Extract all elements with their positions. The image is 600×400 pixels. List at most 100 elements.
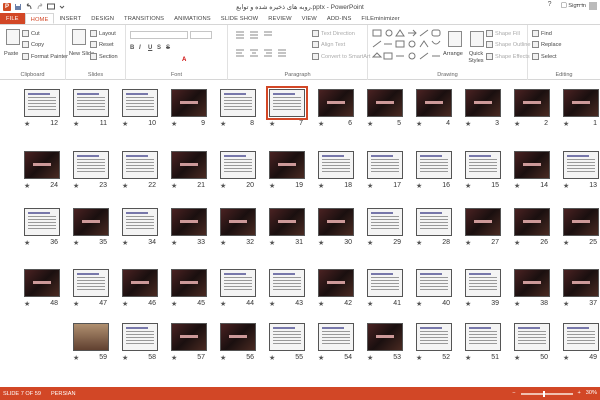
slide-thumbnail-34[interactable] xyxy=(122,208,158,236)
slide-thumbnail-25[interactable] xyxy=(563,208,599,236)
avatar-icon[interactable] xyxy=(589,2,597,10)
arrange-icon[interactable] xyxy=(448,31,462,47)
slide-thumbnail-3[interactable] xyxy=(465,89,501,117)
convert-smartart-button[interactable]: Convert to SmartArt xyxy=(312,53,370,60)
slide-thumbnail-15[interactable] xyxy=(465,151,501,179)
slide-thumbnail-27[interactable] xyxy=(465,208,501,236)
shape-fill-button[interactable]: Shape Fill xyxy=(486,30,520,37)
cut-button[interactable]: Cut xyxy=(22,30,40,37)
slide-thumbnail-35[interactable] xyxy=(73,208,109,236)
copy-button[interactable]: Copy xyxy=(22,41,44,48)
slide-thumbnail-39[interactable] xyxy=(465,269,501,297)
slide-thumbnail-16[interactable] xyxy=(416,151,452,179)
tab-review[interactable]: REVIEW xyxy=(263,13,296,24)
zoom-level[interactable]: 30% xyxy=(586,387,597,400)
slide-thumbnail-18[interactable] xyxy=(318,151,354,179)
restore-button[interactable]: ▢ xyxy=(561,1,568,9)
slide-thumbnail-11[interactable] xyxy=(73,89,109,117)
slide-thumbnail-30[interactable] xyxy=(318,208,354,236)
tab-file[interactable]: FILE xyxy=(0,13,25,24)
paste-icon[interactable] xyxy=(6,29,20,45)
tab-view[interactable]: VIEW xyxy=(297,13,322,24)
slide-thumbnail-36[interactable] xyxy=(24,208,60,236)
slide-thumbnail-48[interactable] xyxy=(24,269,60,297)
quick-styles-icon[interactable] xyxy=(470,31,484,47)
align-text-button[interactable]: Align Text xyxy=(312,41,345,48)
slide-thumbnail-2[interactable] xyxy=(514,89,550,117)
slide-thumbnail-5[interactable] xyxy=(367,89,403,117)
strikethrough-button[interactable]: S xyxy=(166,45,170,51)
slide-thumbnail-21[interactable] xyxy=(171,151,207,179)
zoom-in-button[interactable]: + xyxy=(578,387,581,400)
tab-transitions[interactable]: TRANSITIONS xyxy=(119,13,169,24)
tab-slide-show[interactable]: SLIDE SHOW xyxy=(216,13,263,24)
slide-thumbnail-56[interactable] xyxy=(220,323,256,351)
quick-styles-button[interactable]: Quick Styles xyxy=(464,51,488,65)
find-button[interactable]: Find xyxy=(532,30,552,37)
language-indicator[interactable]: PERSIAN xyxy=(51,391,76,397)
tab-design[interactable]: DESIGN xyxy=(86,13,119,24)
shadow-button[interactable]: S xyxy=(157,45,161,51)
arrange-button[interactable]: Arrange xyxy=(443,51,463,57)
slide-thumbnail-29[interactable] xyxy=(367,208,403,236)
slide-thumbnail-22[interactable] xyxy=(122,151,158,179)
reset-button[interactable]: Reset xyxy=(90,41,114,48)
shapes-gallery[interactable] xyxy=(372,29,444,63)
slide-thumbnail-8[interactable] xyxy=(220,89,256,117)
slide-thumbnail-31[interactable] xyxy=(269,208,305,236)
slide-thumbnail-43[interactable] xyxy=(269,269,305,297)
format-painter-button[interactable]: Format Painter xyxy=(22,53,68,60)
zoom-slider-thumb[interactable] xyxy=(542,390,545,397)
slide-thumbnail-14[interactable] xyxy=(514,151,550,179)
slide-thumbnail-46[interactable] xyxy=(122,269,158,297)
tab-insert[interactable]: INSERT xyxy=(54,13,86,24)
bold-button[interactable]: B xyxy=(130,45,134,51)
slide-thumbnail-58[interactable] xyxy=(122,323,158,351)
slide-thumbnail-33[interactable] xyxy=(171,208,207,236)
slide-thumbnail-50[interactable] xyxy=(514,323,550,351)
shape-outline-button[interactable]: Shape Outline xyxy=(486,41,530,48)
slide-thumbnail-17[interactable] xyxy=(367,151,403,179)
help-button[interactable]: ? xyxy=(548,1,552,9)
tab-add-ins[interactable]: ADD-INS xyxy=(322,13,357,24)
replace-button[interactable]: Replace xyxy=(532,41,562,48)
slide-thumbnail-9[interactable] xyxy=(171,89,207,117)
slide-thumbnail-6[interactable] xyxy=(318,89,354,117)
tab-animations[interactable]: ANIMATIONS xyxy=(169,13,216,24)
slide-thumbnail-12[interactable] xyxy=(24,89,60,117)
slide-thumbnail-1[interactable] xyxy=(563,89,599,117)
slide-thumbnail-4[interactable] xyxy=(416,89,452,117)
shape-effects-button[interactable]: Shape Effects xyxy=(486,53,530,60)
slide-thumbnail-28[interactable] xyxy=(416,208,452,236)
slide-thumbnail-53[interactable] xyxy=(367,323,403,351)
slide-thumbnail-24[interactable] xyxy=(24,151,60,179)
tab-fileminimizer[interactable]: FILEminimizer xyxy=(356,13,404,24)
section-button[interactable]: Section xyxy=(90,53,118,60)
slide-thumbnail-44[interactable] xyxy=(220,269,256,297)
slide-thumbnail-38[interactable] xyxy=(514,269,550,297)
slide-thumbnail-42[interactable] xyxy=(318,269,354,297)
slide-thumbnail-51[interactable] xyxy=(465,323,501,351)
slide-thumbnail-7[interactable] xyxy=(266,86,308,120)
slide-thumbnail-23[interactable] xyxy=(73,151,109,179)
slide-thumbnail-26[interactable] xyxy=(514,208,550,236)
slide-thumbnail-47[interactable] xyxy=(73,269,109,297)
slide-thumbnail-45[interactable] xyxy=(171,269,207,297)
slide-thumbnail-52[interactable] xyxy=(416,323,452,351)
slide-thumbnail-49[interactable] xyxy=(563,323,599,351)
slide-thumbnail-57[interactable] xyxy=(171,323,207,351)
zoom-slider[interactable] xyxy=(520,390,573,397)
layout-button[interactable]: Layout xyxy=(90,30,116,37)
italic-button[interactable]: I xyxy=(139,45,141,51)
sign-in-link[interactable]: Sign in xyxy=(568,0,586,12)
font-size-combo[interactable] xyxy=(190,31,212,39)
slide-thumbnail-37[interactable] xyxy=(563,269,599,297)
slide-thumbnail-32[interactable] xyxy=(220,208,256,236)
slide-thumbnail-19[interactable] xyxy=(269,151,305,179)
new-slide-icon[interactable] xyxy=(72,29,86,45)
zoom-out-button[interactable]: − xyxy=(512,387,515,400)
slide-thumbnail-41[interactable] xyxy=(367,269,403,297)
slide-thumbnail-54[interactable] xyxy=(318,323,354,351)
slide-thumbnail-59[interactable] xyxy=(73,323,109,351)
slide-thumbnail-20[interactable] xyxy=(220,151,256,179)
